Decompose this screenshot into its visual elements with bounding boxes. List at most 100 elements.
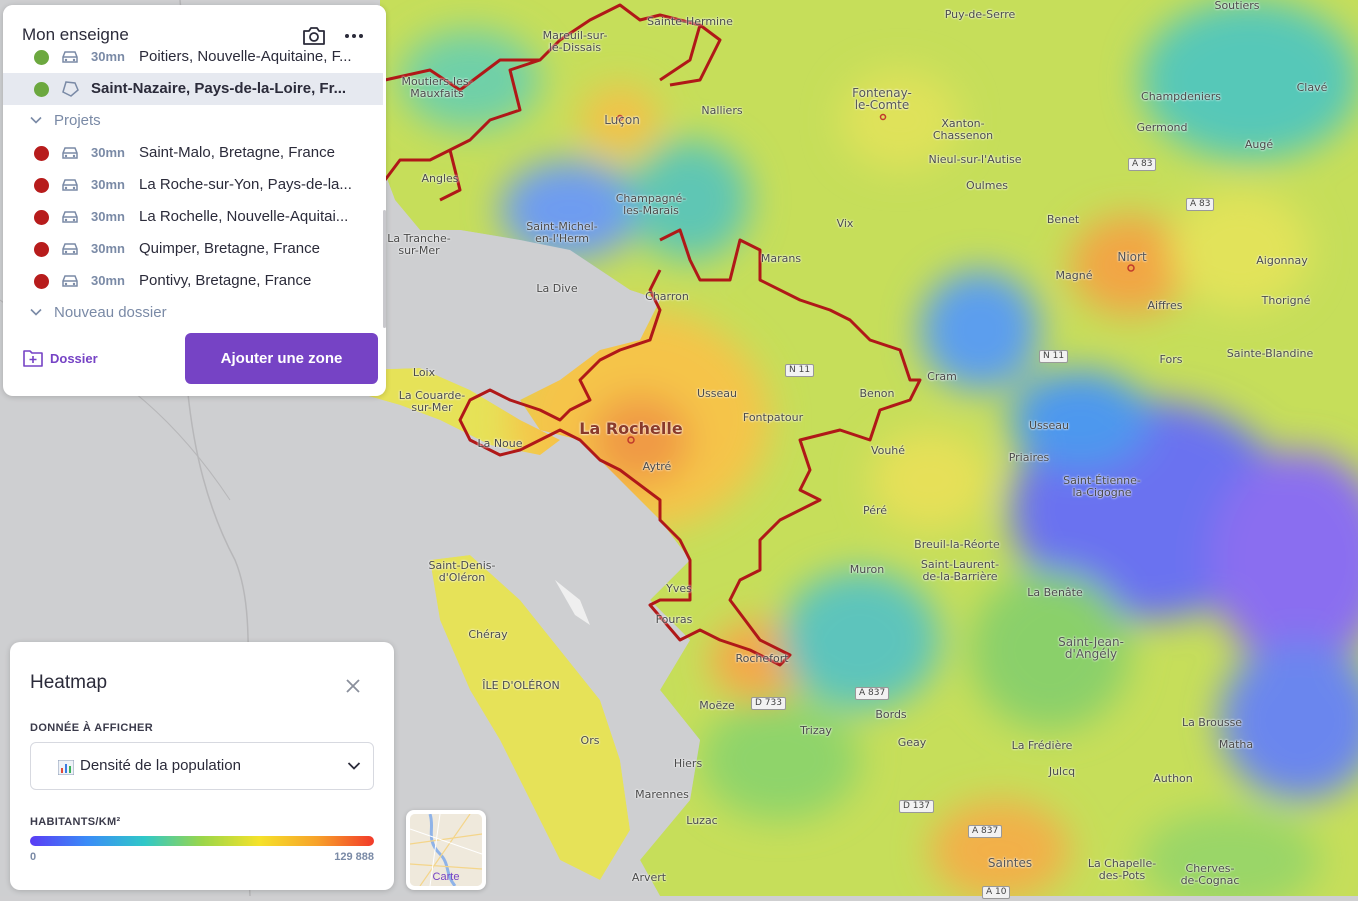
map-place-label: Xanton- Chassenon [932,117,994,142]
scale-max-label: 129 888 [334,851,374,863]
map-place-label: Rochefort [735,652,789,665]
map-place-label: Usseau [697,387,737,400]
duration-label: 30mn [91,209,125,224]
list-item[interactable]: 30mn La Rochelle, Nouvelle-Aquitai... [3,201,383,233]
map-place-label: Magné [1055,269,1093,282]
chevron-down-icon [30,116,42,124]
map-place-label: Julcq [1048,765,1076,778]
map-place-label: Chéray [468,628,508,641]
folder-nouveau-dossier[interactable]: Nouveau dossier [3,297,383,323]
map-place-label: Sainte-Blandine [1226,347,1314,360]
map-place-label: Soutiers [1214,0,1260,12]
zone-label: La Roche-sur-Yon, Pays-de-la... [139,176,352,193]
map-place-label: La Brousse [1181,716,1243,729]
road-shield: A 83 [1128,158,1157,171]
map-place-label: Yves [666,582,692,595]
map-place-label: La Chapelle- des-Pots [1087,857,1157,882]
list-item[interactable]: 30mn Quimper, Bretagne, France [3,233,383,265]
duration-label: 30mn [91,177,125,192]
data-select-label: DONNÉE À AFFICHER [30,722,154,734]
close-icon[interactable] [344,677,362,695]
map-place-label: Oulmes [966,179,1008,192]
basemap-switcher[interactable]: Carte [406,810,486,890]
folder-projets[interactable]: Projets [3,105,383,137]
duration-label: 30mn [91,145,125,160]
map-place-label: Champagné- les-Marais [615,192,687,217]
map-place-label: Moëze [699,699,735,712]
duration-label: 30mn [91,241,125,256]
map-place-label: Aytré [642,460,672,473]
map-place-label: Sainte-Hermine [647,15,733,28]
zone-label: Quimper, Bretagne, France [139,240,320,257]
map-place-label: Germond [1136,121,1188,134]
basemap-label: Carte [432,871,460,883]
map-place-label: Luçon [604,113,640,127]
zone-label: Saint-Malo, Bretagne, France [139,144,335,161]
road-shield: A 10 [982,886,1011,899]
car-icon [62,51,78,63]
list-item[interactable]: 30mn La Roche-sur-Yon, Pays-de-la... [3,169,383,201]
status-dot [34,50,49,65]
map-place-label: Champdeniers [1141,90,1221,103]
map-place-label: Geay [897,736,927,749]
duration-label: 30mn [91,273,125,288]
list-item-selected[interactable]: Saint-Nazaire, Pays-de-la-Loire, Fr... [3,73,383,105]
heatmap-title: Heatmap [30,672,108,693]
duration-label: 30mn [91,49,125,64]
map-place-label: Marennes [635,788,689,801]
list-item[interactable]: 30mn Saint-Malo, Bretagne, France [3,137,383,169]
car-icon [62,275,78,287]
scale-unit-label: HABITANTS/KM² [30,816,121,828]
status-dot [34,82,49,97]
map-place-label: La Benâte [1027,586,1083,599]
road-shield: N 11 [785,364,815,377]
map-place-label: Clavé [1296,81,1328,94]
color-scale-bar [30,836,374,846]
road-shield: D 137 [899,800,934,813]
heatmap-panel: Heatmap DONNÉE À AFFICHER Densité de la … [10,642,394,890]
map-place-label: Arvert [631,871,667,884]
map-place-label: Saint-Michel- en-l'Herm [526,220,598,245]
map-place-label: Angles [421,172,459,185]
car-icon [62,211,78,223]
road-shield: D 733 [751,697,786,710]
map-place-label: Puy-de-Serre [944,8,1016,21]
zones-list[interactable]: 30mn Poitiers, Nouvelle-Aquitaine, F... … [3,43,383,323]
map-place-label: Loix [412,366,436,379]
zone-label: Pontivy, Bretagne, France [139,272,312,289]
car-icon [62,147,78,159]
folder-label: Nouveau dossier [54,304,167,321]
map-place-label: Hiers [673,757,703,770]
map-place-label: Trizay [800,724,832,737]
car-icon [62,179,78,191]
map-place-label: Ors [580,734,600,747]
map-place-label: Fors [1159,353,1183,366]
map-place-label: La Couarde- sur-Mer [398,389,466,414]
map-place-label: Péré [862,504,888,517]
map-place-label: ÎLE D'OLÉRON [482,679,560,692]
map-place-label: La Rochelle [579,419,683,438]
map-place-label: Mareuil-sur- le-Dissais [542,29,608,54]
map-place-label: La Noue [477,437,523,450]
camera-icon[interactable] [301,23,327,49]
road-shield: A 83 [1186,198,1215,211]
more-options-icon[interactable] [341,23,367,49]
add-folder-button[interactable]: Dossier [22,347,98,369]
scrollbar[interactable] [383,210,386,328]
road-shield: A 837 [968,825,1003,838]
map-place-label: Charron [645,290,689,303]
map-place-label: Thorigné [1261,294,1311,307]
map-place-label: Nalliers [701,104,743,117]
map-place-label: La Frédière [1011,739,1073,752]
status-dot [34,210,49,225]
map-place-label: Bords [875,708,907,721]
add-zone-button[interactable]: Ajouter une zone [185,333,378,384]
list-item[interactable]: 30mn Pontivy, Bretagne, France [3,265,383,297]
data-select-value: Densité de la population [80,757,241,774]
map-place-label: Benet [1046,213,1080,226]
data-select[interactable]: Densité de la population [30,742,374,790]
map-place-label: Cram [927,370,957,383]
map-place-label: Breuil-la-Réorte [914,538,1000,551]
chevron-down-icon [30,308,42,316]
map-place-label: Aigonnay [1256,254,1308,267]
